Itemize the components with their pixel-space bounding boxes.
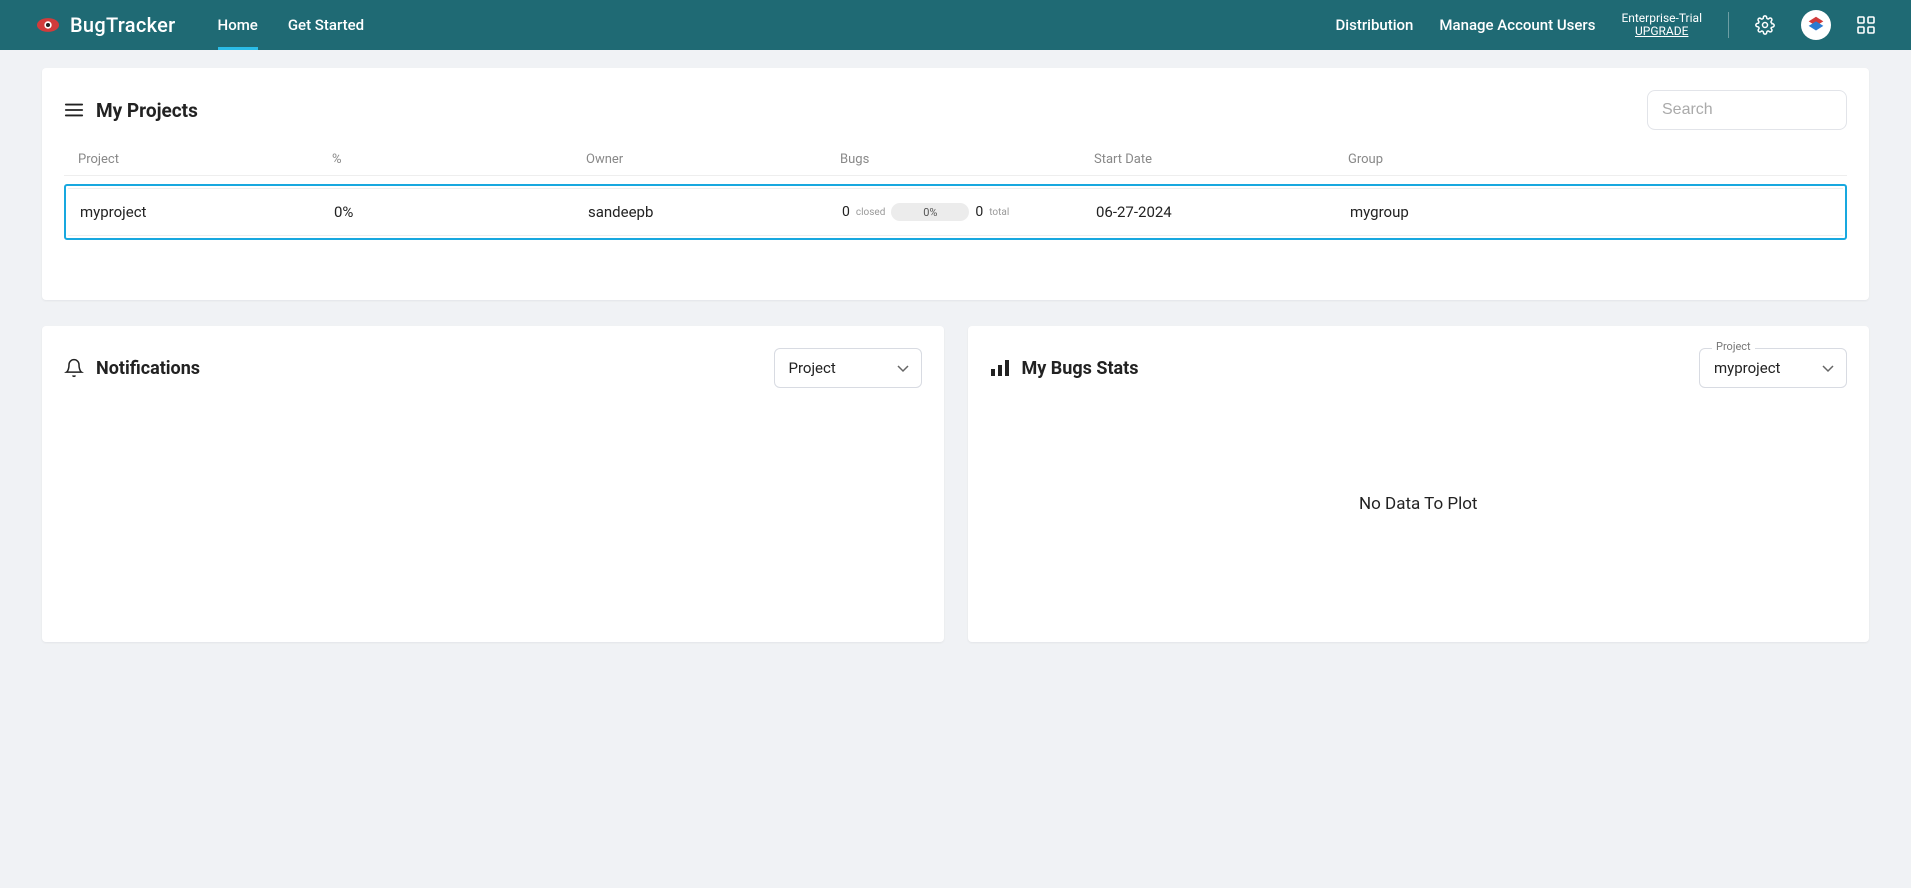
notifications-header: Notifications Project: [64, 348, 922, 388]
col-project: Project: [78, 152, 332, 167]
nav-get-started[interactable]: Get Started: [288, 0, 364, 50]
projects-header: My Projects: [64, 90, 1847, 130]
col-start-date: Start Date: [1094, 152, 1348, 167]
bar-chart-icon: [990, 359, 1010, 377]
caret-down-icon: [1822, 359, 1834, 377]
cell-owner: sandeepb: [588, 203, 842, 221]
project-row-highlight: myproject 0% sandeepb 0 closed 0% 0 tota…: [64, 184, 1847, 240]
apps-grid-icon[interactable]: [1857, 16, 1875, 34]
col-group: Group: [1348, 152, 1548, 167]
nav-home[interactable]: Home: [218, 0, 258, 50]
plan-box: Enterprise-Trial UPGRADE: [1621, 12, 1702, 38]
eye-icon: [36, 16, 60, 34]
bugs-closed-count: 0: [842, 204, 850, 220]
list-icon: [64, 101, 84, 119]
nav-distribution[interactable]: Distribution: [1335, 16, 1413, 34]
dropdown-value: myproject: [1714, 359, 1780, 377]
cell-bugs: 0 closed 0% 0 total: [842, 203, 1096, 221]
bell-icon: [64, 358, 84, 378]
stats-body: No Data To Plot: [990, 404, 1848, 604]
cell-project-name: myproject: [80, 203, 334, 221]
brand: BugTracker: [36, 13, 176, 37]
separator: [1728, 12, 1729, 38]
caret-down-icon: [897, 359, 909, 377]
search-field[interactable]: [1662, 101, 1832, 119]
no-data-message: No Data To Plot: [1359, 494, 1478, 514]
brand-name: BugTracker: [70, 13, 176, 37]
nav-manage-account-users[interactable]: Manage Account Users: [1439, 16, 1595, 34]
bugs-total-label: total: [989, 207, 1009, 218]
dropdown-label: Project: [1712, 340, 1755, 353]
bugs-closed-label: closed: [856, 207, 885, 218]
col-percent: %: [332, 152, 586, 167]
upgrade-link[interactable]: UPGRADE: [1621, 25, 1702, 38]
gear-icon[interactable]: [1755, 15, 1775, 35]
projects-title: My Projects: [96, 99, 1635, 122]
stats-header: My Bugs Stats Project myproject: [990, 348, 1848, 388]
search-input[interactable]: [1647, 90, 1847, 130]
bugs-progress-bar: 0%: [891, 203, 969, 221]
dropdown-value: Project: [789, 359, 836, 377]
header-bar: BugTracker Home Get Started Distribution…: [0, 0, 1911, 50]
header-right: Distribution Manage Account Users Enterp…: [1335, 10, 1875, 40]
cell-group: mygroup: [1350, 203, 1550, 221]
bottom-row: Notifications Project My: [42, 326, 1869, 642]
notifications-title: Notifications: [96, 358, 762, 379]
notifications-project-dropdown[interactable]: Project: [774, 348, 922, 388]
cell-start-date: 06-27-2024: [1096, 203, 1350, 221]
notifications-panel: Notifications Project: [42, 326, 944, 642]
avatar[interactable]: [1801, 10, 1831, 40]
bugs-stats-panel: My Bugs Stats Project myproject No Data …: [968, 326, 1870, 642]
projects-table-header: Project % Owner Bugs Start Date Group: [64, 144, 1847, 176]
main-nav: Home Get Started: [218, 0, 365, 50]
my-projects-panel: My Projects Project % Owner Bugs Start D…: [42, 68, 1869, 300]
cell-percent: 0%: [334, 203, 588, 221]
col-bugs: Bugs: [840, 152, 1094, 167]
content: My Projects Project % Owner Bugs Start D…: [0, 50, 1911, 660]
stats-title: My Bugs Stats: [1022, 358, 1688, 379]
table-row[interactable]: myproject 0% sandeepb 0 closed 0% 0 tota…: [68, 188, 1843, 236]
bugs-total-count: 0: [975, 204, 983, 220]
col-owner: Owner: [586, 152, 840, 167]
stats-project-dropdown[interactable]: Project myproject: [1699, 348, 1847, 388]
